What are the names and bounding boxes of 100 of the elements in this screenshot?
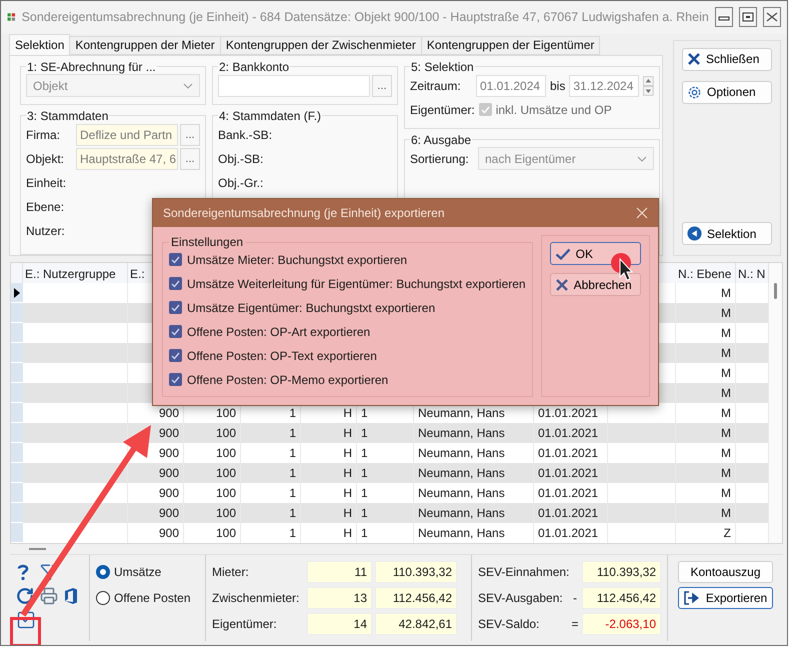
- column-header[interactable]: E.: Nutzergruppe: [23, 263, 128, 286]
- count-field: 11: [307, 561, 372, 583]
- checkbox[interactable]: [169, 325, 182, 338]
- table-cell: H: [301, 523, 357, 544]
- tab[interactable]: Kontengruppen der Eigentümer: [420, 36, 600, 55]
- browse-button[interactable]: ...: [372, 74, 392, 97]
- maximize-icon: [742, 12, 754, 22]
- tab[interactable]: Selektion: [9, 34, 70, 55]
- row-header[interactable]: [11, 283, 23, 304]
- checkbox[interactable]: [169, 301, 182, 314]
- document-app-icon[interactable]: [64, 587, 78, 605]
- field-label: SEV-Ausgaben:: [478, 591, 564, 605]
- spinner-icon[interactable]: [643, 74, 654, 97]
- date-field[interactable]: 31.12.2024: [569, 74, 640, 97]
- field-label: Einheit:: [26, 176, 68, 190]
- checkbox-option[interactable]: Offene Posten: OP-Text exportieren: [169, 345, 526, 366]
- action-button[interactable]: Exportieren: [678, 587, 773, 609]
- group-legend: 3: Stammdaten: [26, 108, 110, 123]
- field-label: SEV-Saldo:: [478, 617, 540, 631]
- click-marker: [611, 253, 634, 281]
- check-icon: [171, 376, 180, 384]
- table-row[interactable]: 900 100 1 H 1 Neumann, Hans 01.01.2021 M: [11, 423, 769, 444]
- table-cell: 100: [184, 523, 241, 544]
- checkbox[interactable]: [169, 253, 182, 266]
- group-legend: Einstellungen: [169, 235, 246, 249]
- close-icon: [764, 12, 779, 22]
- side-button[interactable]: Optionen: [682, 80, 772, 104]
- table-row[interactable]: 900 100 1 H 1 Neumann, Hans 01.01.2021 Z: [11, 523, 769, 544]
- help-icon[interactable]: [16, 563, 30, 581]
- column-header[interactable]: N.: N: [736, 263, 769, 286]
- checkbox[interactable]: [169, 373, 182, 386]
- checkbox-option[interactable]: Offene Posten: OP-Art exportieren: [169, 321, 526, 342]
- amount-field: 112.456,42: [582, 587, 661, 609]
- dialog-button[interactable]: Abbrechen: [550, 273, 641, 296]
- field-label: SEV-Einnahmen:: [478, 565, 568, 579]
- side-button[interactable]: Selektion: [682, 222, 772, 246]
- input-field[interactable]: Hauptstraße 47, 6: [76, 148, 178, 170]
- table-row[interactable]: 900 100 1 H 1 Neumann, Hans 01.01.2021 M: [11, 503, 769, 524]
- tab[interactable]: Kontengruppen der Zwischenmieter: [220, 36, 422, 55]
- dialog-button[interactable]: OK: [550, 242, 641, 265]
- table-cell: 1: [241, 523, 301, 544]
- close-button[interactable]: [762, 7, 781, 28]
- input-field[interactable]: Deflize und Partn: [76, 124, 178, 146]
- operator-sign: =: [571, 617, 579, 631]
- field-label: Eigentümer:: [212, 617, 278, 631]
- input-field[interactable]: [218, 74, 370, 97]
- checkbox-option[interactable]: Umsätze Mieter: Buchungstxt exportieren: [169, 249, 526, 270]
- side-button[interactable]: Schließen: [682, 48, 772, 71]
- group-legend: 1: SE-Abrechnung für ...: [26, 60, 157, 74]
- count-field: 13: [307, 587, 372, 609]
- checkbox-option[interactable]: Offene Posten: OP-Memo exportieren: [169, 369, 526, 390]
- checkbox[interactable]: [169, 349, 182, 362]
- back-icon: [687, 226, 702, 242]
- table-row[interactable]: 900 100 1 H 1 Neumann, Hans 01.01.2021 M: [11, 463, 769, 484]
- checkbox-icon[interactable]: [16, 610, 36, 630]
- field-label: Obj.-SB:: [218, 152, 264, 166]
- action-button[interactable]: Kontoauszug: [678, 561, 773, 583]
- date-field[interactable]: 01.01.2024: [476, 74, 546, 97]
- count-field: 14: [307, 613, 372, 635]
- field-label: Ebene:: [26, 200, 66, 214]
- scrollbar[interactable]: [769, 263, 782, 544]
- check-icon: [171, 328, 180, 336]
- tab[interactable]: Kontengruppen der Mieter: [69, 36, 221, 55]
- group-legend: 2: Bankkonto: [218, 60, 290, 74]
- browse-button[interactable]: ...: [180, 148, 200, 170]
- check-icon: [171, 304, 180, 312]
- group-legend: 4: Stammdaten (F.): [218, 108, 322, 123]
- close-icon[interactable]: [636, 207, 648, 219]
- table-row[interactable]: 900 100 1 H 1 Neumann, Hans 01.01.2021 M: [11, 483, 769, 504]
- check-icon: [171, 280, 180, 288]
- scrollbar-thumb[interactable]: [774, 283, 777, 300]
- table-row[interactable]: 900 100 1 H 1 Neumann, Hans 01.01.2021 M: [11, 443, 769, 464]
- amount-field: 42.842,61: [375, 613, 457, 635]
- amount-field: 110.393,32: [375, 561, 457, 583]
- refresh-icon[interactable]: [16, 587, 34, 605]
- field-label: Zeitraum:: [410, 78, 462, 93]
- splitter-grip[interactable]: [29, 548, 46, 550]
- check-icon: [171, 352, 180, 360]
- group-legend: 5: Selektion: [410, 60, 475, 74]
- field-label: Mieter:: [212, 565, 250, 579]
- checkbox-option[interactable]: Umsätze Weiterleitung für Eigentümer: Buchungstxt exportieren: [169, 273, 526, 294]
- operator-sign: -: [572, 591, 578, 605]
- table-cell: Neumann, Hans: [414, 523, 534, 544]
- checkbox-option[interactable]: Umsätze Eigentümer: Buchungstxt exportieren: [169, 297, 526, 318]
- field-label: Bank.-SB:: [218, 128, 272, 142]
- table-cell: 900: [128, 523, 184, 544]
- window-title: Sondereigentumsabrechnung (je Einheit) - 684 Datensätze: Objekt 900/100 - Hauptstraße 47, 67067 Ludwigshafen a. Rhein: [22, 10, 709, 24]
- radio-option[interactable]: Umsätze: [96, 561, 199, 583]
- field-label: Objekt:: [26, 152, 66, 166]
- checkbox[interactable]: [169, 277, 182, 290]
- check-icon: [480, 106, 490, 114]
- table-row[interactable]: 900 100 1 H 1 Neumann, Hans 01.01.2021 M: [11, 403, 769, 424]
- field-label: Zwischenmieter:: [212, 591, 300, 605]
- minimize-button[interactable]: [714, 7, 733, 28]
- radio-option[interactable]: Offene Posten: [96, 587, 199, 609]
- maximize-button[interactable]: [738, 7, 757, 28]
- field-label: bis: [550, 78, 566, 93]
- column-header[interactable]: N.: Ebene: [676, 263, 736, 286]
- printer-icon[interactable]: [40, 587, 58, 605]
- browse-button[interactable]: ...: [180, 124, 200, 146]
